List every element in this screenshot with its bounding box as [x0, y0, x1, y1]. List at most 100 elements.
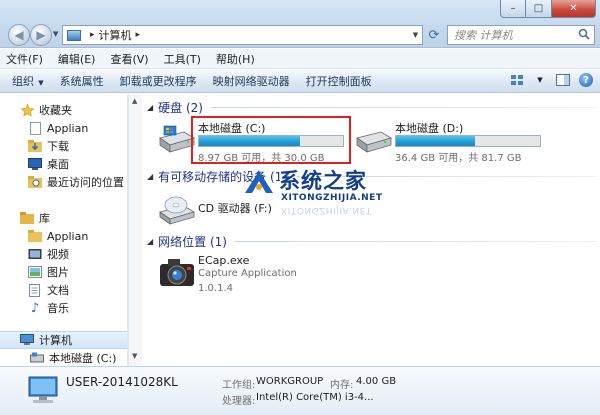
network-item-ecap[interactable]: ECap.exe Capture Application 1.0.1.4 [158, 254, 318, 300]
drive-usage-fill [396, 136, 476, 146]
map-network-drive-button[interactable]: 映射网络驱动器 [213, 73, 290, 89]
hard-drive-icon [30, 351, 44, 365]
preview-pane-icon[interactable] [555, 73, 571, 87]
watermark-reflection: XITONGZHIJIA.NET [281, 205, 372, 215]
recent-pages-dropdown[interactable]: ▼ [53, 30, 58, 38]
workgroup-label: 工作组: [222, 380, 256, 391]
memory-label: 内存: [330, 380, 354, 391]
item-version: 1.0.1.4 [198, 283, 233, 294]
sidebar-item-label: 库 [39, 212, 50, 225]
search-input[interactable]: 搜索 计算机 [447, 25, 595, 45]
organize-label: 组织 [12, 75, 34, 88]
sidebar-scrollbar[interactable]: ▲ ▼ [128, 94, 142, 366]
library-icon [20, 211, 34, 225]
hard-drive-icon [356, 131, 392, 153]
help-button[interactable]: ? [578, 73, 594, 87]
sidebar-item-documents[interactable]: 文档 [28, 281, 127, 299]
back-button[interactable]: ◀ [8, 24, 30, 46]
sidebar-item-videos[interactable]: 视频 [28, 245, 127, 263]
window-controls: – □ ✕ [500, 0, 596, 18]
collapse-icon[interactable]: ◢ [147, 103, 153, 112]
breadcrumb-computer[interactable]: 计算机 [99, 27, 132, 43]
watermark-title: 系统之家 [279, 169, 367, 193]
details-pane: USER-20141028KL 工作组: WORKGROUP 内存: 4.00 … [0, 366, 600, 415]
sidebar-item-computer[interactable]: 计算机 [0, 331, 127, 349]
document-icon [28, 121, 42, 135]
system-properties-button[interactable]: 系统属性 [60, 73, 104, 89]
view-controls: ▼ ? [502, 73, 594, 87]
sidebar-item-local-disk-c[interactable]: 本地磁盘 (C:) [30, 349, 127, 366]
memory-value: 4.00 GB [356, 376, 397, 387]
recent-places-icon [28, 175, 42, 189]
scroll-up-icon[interactable]: ▲ [132, 97, 137, 105]
music-icon: ♪ [30, 300, 40, 316]
pictures-icon [28, 265, 42, 279]
forward-button[interactable]: ▶ [30, 24, 52, 46]
menu-view[interactable]: 查看(V) [110, 51, 148, 67]
organize-button[interactable]: 组织 ▼ [12, 73, 44, 89]
workgroup-value: WORKGROUP [256, 376, 324, 387]
documents-icon [28, 283, 42, 297]
menu-edit[interactable]: 编辑(E) [58, 51, 96, 67]
sidebar-item-label: 音乐 [47, 302, 69, 315]
item-name: ECap.exe [198, 254, 250, 267]
menu-tools[interactable]: 工具(T) [164, 51, 201, 67]
download-folder-icon [28, 139, 42, 153]
sidebar-item-label: 图片 [47, 266, 69, 279]
group-title: 网络位置 (1) [158, 234, 227, 249]
view-dropdown[interactable]: ▼ [532, 73, 548, 87]
watermark-url: XITONGZHIJIA.NET [281, 193, 383, 203]
sidebar-item-lib-applian[interactable]: Applian [28, 227, 127, 245]
collapse-icon[interactable]: ◢ [147, 172, 153, 181]
item-description: Capture Application [198, 268, 297, 279]
change-view-icon[interactable] [509, 73, 525, 87]
cd-drive-icon [159, 196, 195, 225]
sidebar-item-desktop[interactable]: 桌面 [28, 155, 127, 173]
minimize-button[interactable]: – [500, 0, 526, 18]
command-bar: 组织 ▼ 系统属性 卸载或更改程序 映射网络驱动器 打开控制面板 ▼ ? [0, 70, 600, 93]
address-bar[interactable]: ▸ 计算机 ▸ [62, 25, 412, 45]
computer-name: USER-20141028KL [66, 375, 178, 389]
sidebar-item-libraries[interactable]: 库 [20, 209, 127, 227]
open-control-panel-button[interactable]: 打开控制面板 [306, 73, 372, 89]
uninstall-program-button[interactable]: 卸载或更改程序 [120, 73, 197, 89]
collapse-icon[interactable]: ◢ [147, 237, 153, 246]
sidebar-item-label: 视频 [47, 248, 69, 261]
address-dropdown-button[interactable]: ▼ [409, 25, 423, 45]
sidebar-item-label: 收藏夹 [39, 104, 72, 117]
search-icon[interactable] [578, 28, 590, 40]
group-divider [210, 106, 597, 108]
drive-usage-bar [395, 135, 541, 147]
computer-icon [20, 333, 34, 347]
arrow-right-icon: ▶ [36, 28, 46, 42]
sidebar-item-applian[interactable]: Applian [28, 119, 127, 137]
scroll-down-icon[interactable]: ▼ [132, 352, 137, 360]
navigation-pane: 收藏夹 Applian 下载 桌面 最近访问的位置 库 Applian 视频 图… [0, 94, 128, 366]
refresh-icon[interactable]: ⟳ [425, 25, 443, 45]
close-button[interactable]: ✕ [552, 0, 596, 18]
sidebar-item-downloads[interactable]: 下载 [28, 137, 127, 155]
breadcrumb-separator[interactable]: ▸ [136, 30, 141, 40]
menu-file[interactable]: 文件(F) [6, 51, 43, 67]
sidebar-item-pictures[interactable]: 图片 [28, 263, 127, 281]
drive-name: 本地磁盘 (D:) [395, 122, 464, 135]
sidebar-item-music[interactable]: ♪ 音乐 [28, 299, 127, 317]
video-icon [28, 247, 42, 261]
search-placeholder: 搜索 计算机 [454, 29, 513, 42]
menu-help[interactable]: 帮助(H) [216, 51, 255, 67]
chevron-down-icon: ▼ [36, 79, 44, 87]
sidebar-item-label: 最近访问的位置 [47, 176, 124, 189]
group-header-hard-disks[interactable]: ◢ 硬盘 (2) [147, 98, 597, 116]
arrow-left-icon: ◀ [14, 28, 24, 42]
group-title: 硬盘 (2) [158, 100, 203, 115]
star-icon [20, 103, 34, 117]
sidebar-item-recent-places[interactable]: 最近访问的位置 [28, 173, 127, 191]
computer-icon [67, 29, 81, 41]
sidebar-item-label: Applian [47, 229, 89, 243]
breadcrumb-separator[interactable]: ▸ [90, 30, 95, 40]
drive-d[interactable]: 本地磁盘 (D:) 36.4 GB 可用，共 81.7 GB [355, 120, 555, 164]
sidebar-item-label: 文档 [47, 284, 69, 297]
sidebar-item-favorites[interactable]: 收藏夹 [20, 101, 127, 119]
maximize-button[interactable]: □ [526, 0, 552, 18]
computer-icon [28, 376, 58, 403]
